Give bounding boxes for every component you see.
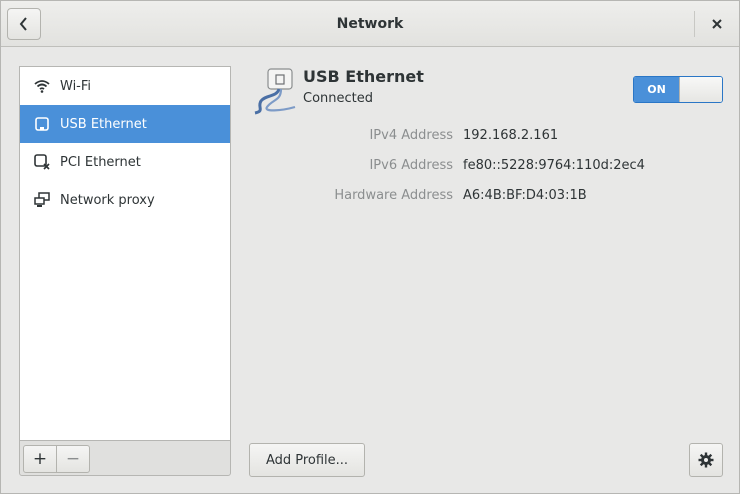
- hardware-address-label: Hardware Address: [334, 188, 453, 203]
- header-bar: Network: [1, 1, 739, 47]
- wired-disconnected-icon: [34, 154, 50, 170]
- remove-device-button[interactable]: −: [56, 445, 90, 473]
- ipv4-value: 192.168.2.161: [463, 128, 559, 143]
- header-separator: [694, 11, 695, 37]
- close-button[interactable]: [700, 9, 734, 39]
- options-button[interactable]: [689, 443, 723, 477]
- gear-icon: [698, 452, 714, 468]
- sidebar-item-label: Network proxy: [60, 192, 155, 208]
- wifi-icon: [34, 78, 50, 94]
- back-button[interactable]: [7, 8, 41, 40]
- sidebar-item-label: USB Ethernet: [60, 116, 147, 132]
- switch-knob: [679, 77, 722, 102]
- device-name: USB Ethernet: [303, 67, 424, 86]
- sidebar-item-pci-ethernet[interactable]: PCI Ethernet: [20, 143, 230, 181]
- sidebar-item-label: PCI Ethernet: [60, 154, 141, 170]
- device-power-switch[interactable]: ON: [633, 76, 723, 103]
- device-list-toolbar: + −: [19, 440, 231, 476]
- add-device-button[interactable]: +: [23, 445, 57, 473]
- close-icon: [712, 19, 722, 29]
- add-profile-button[interactable]: Add Profile...: [249, 443, 365, 477]
- device-status: Connected: [303, 91, 374, 106]
- ipv6-value: fe80::5228:9764:110d:2ec4: [463, 158, 645, 173]
- ipv6-label: IPv6 Address: [369, 158, 453, 173]
- ethernet-cable-icon: [251, 67, 299, 115]
- sidebar-item-usb-ethernet[interactable]: USB Ethernet: [20, 105, 230, 143]
- sidebar-item-network-proxy[interactable]: Network proxy: [20, 181, 230, 219]
- network-window: Network Wi-Fi USB Ethernet PCI Ethernet …: [0, 0, 740, 494]
- switch-on-label: ON: [634, 77, 679, 102]
- hardware-address-value: A6:4B:BF:D4:03:1B: [463, 188, 587, 203]
- sidebar-item-wifi[interactable]: Wi-Fi: [20, 67, 230, 105]
- device-list: Wi-Fi USB Ethernet PCI Ethernet Network …: [19, 66, 231, 441]
- ipv4-label: IPv4 Address: [369, 128, 453, 143]
- window-title: Network: [336, 16, 404, 32]
- wired-icon: [34, 116, 50, 132]
- proxy-icon: [34, 192, 50, 208]
- sidebar-item-label: Wi-Fi: [60, 78, 92, 94]
- chevron-left-icon: [19, 17, 27, 31]
